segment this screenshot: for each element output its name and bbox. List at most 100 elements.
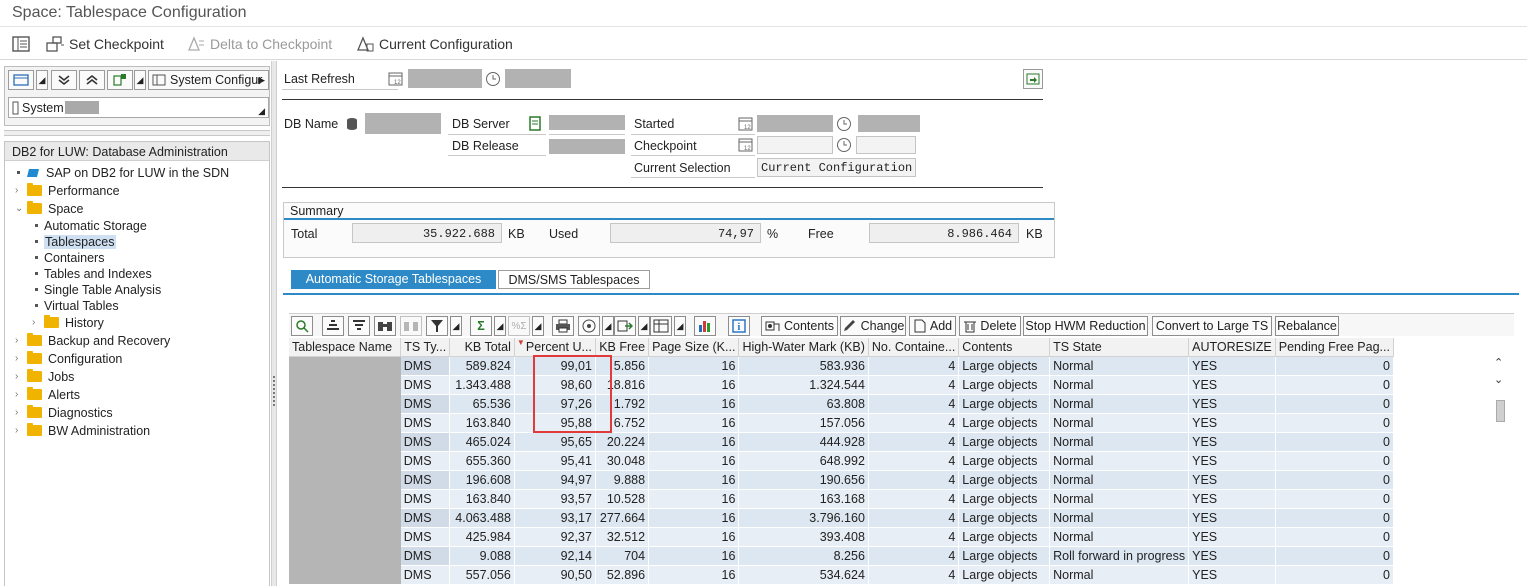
cell-0[interactable]: DMS xyxy=(400,527,451,547)
cell-0[interactable]: DMS xyxy=(400,546,451,566)
set-checkpoint-button[interactable]: Set Checkpoint xyxy=(45,34,164,54)
cell-1[interactable]: 1.343.488 xyxy=(449,375,515,395)
table-row[interactable]: DMS 557.056 90,50 52.896 16 534.624 4 Large obj… xyxy=(289,565,1394,585)
panel-splitter[interactable] xyxy=(271,61,277,586)
tab-automatic-storage[interactable]: Automatic Storage Tablespaces xyxy=(291,270,496,289)
calendar-icon[interactable]: 12 xyxy=(388,71,404,87)
cell-6[interactable]: 4 xyxy=(868,356,960,376)
cell-8[interactable]: Normal xyxy=(1049,451,1190,471)
dropdown-arrow-icon[interactable]: ◢ xyxy=(532,316,544,336)
table-row[interactable]: DMS 4.063.488 93,17 277.664 16 3.796.160 4 Larg… xyxy=(289,508,1394,528)
cell-10[interactable]: 0 xyxy=(1275,356,1394,376)
cell-0[interactable]: DMS xyxy=(400,432,451,452)
cell-4[interactable]: 16 xyxy=(648,451,740,471)
cell-2[interactable]: 94,97 xyxy=(514,470,596,490)
cell-10[interactable]: 0 xyxy=(1275,432,1394,452)
delete-button[interactable]: Delete xyxy=(959,316,1021,336)
cell-1[interactable]: 655.360 xyxy=(449,451,515,471)
cell-9[interactable]: YES xyxy=(1188,546,1276,566)
cell-4[interactable]: 16 xyxy=(648,432,740,452)
sort-ascending-button[interactable] xyxy=(322,316,344,336)
cell-5[interactable]: 157.056 xyxy=(738,413,869,433)
cell-5[interactable]: 648.992 xyxy=(738,451,869,471)
cell-4[interactable]: 16 xyxy=(648,470,740,490)
cell-7[interactable]: Large objects xyxy=(958,394,1051,414)
cell-8[interactable]: Normal xyxy=(1049,413,1190,433)
cell-1[interactable]: 589.824 xyxy=(449,356,515,376)
sort-descending-button[interactable] xyxy=(348,316,370,336)
cell-3[interactable]: 30.048 xyxy=(595,451,650,471)
column-header[interactable]: KB Total xyxy=(449,338,515,357)
tree-item-space[interactable]: ⌄ Space xyxy=(15,200,83,217)
cell-4[interactable]: 16 xyxy=(648,394,740,414)
cell-3[interactable]: 277.664 xyxy=(595,508,650,528)
tree-item-performance[interactable]: › Performance xyxy=(15,182,120,199)
cell-7[interactable]: Large objects xyxy=(958,375,1051,395)
tree-item-single-table[interactable]: Single Table Analysis xyxy=(35,281,161,298)
cell-9[interactable]: YES xyxy=(1188,470,1276,490)
dropdown-arrow-icon[interactable]: ◢ xyxy=(36,70,48,90)
export-button[interactable] xyxy=(614,316,636,336)
cell-7[interactable]: Large objects xyxy=(958,413,1051,433)
cell-8[interactable]: Normal xyxy=(1049,375,1190,395)
clock-icon[interactable] xyxy=(836,137,852,153)
cell-7[interactable]: Large objects xyxy=(958,565,1051,585)
cell-9[interactable]: YES xyxy=(1188,565,1276,585)
cell-5[interactable]: 190.656 xyxy=(738,470,869,490)
cell-0[interactable]: DMS xyxy=(400,413,451,433)
cell-7[interactable]: Large objects xyxy=(958,470,1051,490)
cell-7[interactable]: Large objects xyxy=(958,432,1051,452)
cell-6[interactable]: 4 xyxy=(868,470,960,490)
cell-4[interactable]: 16 xyxy=(648,508,740,528)
column-header[interactable]: KB Free xyxy=(595,338,650,357)
cell-5[interactable]: 393.408 xyxy=(738,527,869,547)
dropdown-arrow-icon[interactable]: ◢ xyxy=(638,316,650,336)
cell-0[interactable]: DMS xyxy=(400,375,451,395)
cell-10[interactable]: 0 xyxy=(1275,508,1394,528)
cell-6[interactable]: 4 xyxy=(868,527,960,547)
column-header[interactable]: Pending Free Pag... xyxy=(1275,338,1394,357)
scroll-down-icon[interactable]: ⌄ xyxy=(1494,373,1503,386)
graphic-button[interactable] xyxy=(694,316,716,336)
cell-9[interactable]: YES xyxy=(1188,394,1276,414)
cell-2[interactable]: 92,14 xyxy=(514,546,596,566)
cell-1[interactable]: 557.056 xyxy=(449,565,515,585)
cell-4[interactable]: 16 xyxy=(648,546,740,566)
add-button[interactable]: Add xyxy=(909,316,956,336)
sum-button[interactable]: Σ xyxy=(470,316,492,336)
cell-1[interactable]: 196.608 xyxy=(449,470,515,490)
table-row[interactable]: DMS 425.984 92,37 32.512 16 393.408 4 Large obj… xyxy=(289,527,1394,547)
cell-6[interactable]: 4 xyxy=(868,432,960,452)
cell-2[interactable]: 90,50 xyxy=(514,565,596,585)
cell-7[interactable]: Large objects xyxy=(958,451,1051,471)
cell-6[interactable]: 4 xyxy=(868,451,960,471)
layout-menu-button[interactable] xyxy=(8,70,34,90)
vertical-scrollbar[interactable]: ⌃ ⌄ xyxy=(1494,356,1508,586)
cell-5[interactable]: 1.324.544 xyxy=(738,375,869,395)
layout-toggle-button[interactable] xyxy=(12,34,34,54)
cell-8[interactable]: Normal xyxy=(1049,527,1190,547)
cell-0[interactable]: DMS xyxy=(400,508,451,528)
system-tree-button[interactable] xyxy=(107,70,133,90)
expand-all-button[interactable] xyxy=(51,70,77,90)
cell-3[interactable]: 32.512 xyxy=(595,527,650,547)
current-configuration-button[interactable]: Current Configuration xyxy=(355,34,513,54)
tree-item-tablespaces[interactable]: Tablespaces xyxy=(35,233,116,250)
table-row[interactable]: DMS 9.088 92,14 704 16 8.256 4 Large objects Rol… xyxy=(289,546,1394,566)
column-header[interactable]: AUTORESIZE xyxy=(1188,338,1276,357)
column-header[interactable]: Contents xyxy=(958,338,1051,357)
cell-4[interactable]: 16 xyxy=(648,413,740,433)
table-row[interactable]: DMS 163.840 95,88 6.752 16 157.056 4 Large obje… xyxy=(289,413,1394,433)
cell-10[interactable]: 0 xyxy=(1275,470,1394,490)
table-row[interactable]: DMS 1.343.488 98,60 18.816 16 1.324.544 4 Large… xyxy=(289,375,1394,395)
cell-9[interactable]: YES xyxy=(1188,508,1276,528)
column-header[interactable]: High-Water Mark (KB) xyxy=(738,338,869,357)
cell-10[interactable]: 0 xyxy=(1275,489,1394,509)
cell-9[interactable]: YES xyxy=(1188,527,1276,547)
cell-9[interactable]: YES xyxy=(1188,413,1276,433)
table-row[interactable]: DMS 196.608 94,97 9.888 16 190.656 4 Large obje… xyxy=(289,470,1394,490)
cell-1[interactable]: 163.840 xyxy=(449,413,515,433)
cell-5[interactable]: 163.168 xyxy=(738,489,869,509)
tree-item-history[interactable]: › History xyxy=(32,314,104,331)
cell-7[interactable]: Large objects xyxy=(958,489,1051,509)
